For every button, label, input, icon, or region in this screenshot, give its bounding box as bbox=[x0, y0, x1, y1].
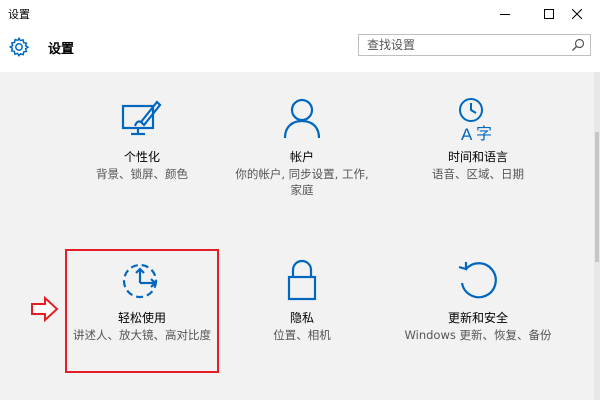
svg-text:字: 字 bbox=[476, 124, 492, 142]
tile-description: Windows 更新、恢复、备份 bbox=[404, 328, 552, 342]
tile-time-language[interactable]: A 字 时间和语言 语音、区域、日期 bbox=[398, 96, 558, 206]
update-icon bbox=[458, 262, 497, 299]
close-icon bbox=[572, 9, 582, 19]
search-box[interactable] bbox=[358, 34, 591, 56]
tile-title: 隐私 bbox=[289, 311, 314, 325]
tile-update-security[interactable]: 更新和安全 Windows 更新、恢复、备份 bbox=[398, 257, 558, 367]
window-title: 设置 bbox=[8, 8, 30, 21]
tile-description: 位置、相机 bbox=[273, 328, 331, 342]
tile-description: 背景、锁屏、颜色 bbox=[96, 167, 188, 181]
lock-icon bbox=[287, 259, 317, 301]
maximize-icon bbox=[544, 9, 554, 19]
minimize-button[interactable] bbox=[482, 0, 528, 28]
settings-header: 设置 bbox=[0, 28, 600, 72]
close-button[interactable] bbox=[554, 0, 600, 28]
tile-title: 更新和安全 bbox=[447, 311, 508, 325]
tile-personalization[interactable]: 个性化 背景、锁屏、颜色 bbox=[62, 96, 222, 206]
tile-description: 你的帐户, 同步设置, 工作, 家庭 bbox=[235, 167, 369, 197]
tile-privacy[interactable]: 隐私 位置、相机 bbox=[222, 257, 382, 367]
minimize-icon bbox=[500, 14, 510, 15]
tile-accounts[interactable]: 帐户 你的帐户, 同步设置, 工作, 家庭 bbox=[222, 96, 382, 206]
vertical-scrollbar[interactable] bbox=[594, 72, 600, 400]
time-language-icon: A 字 bbox=[459, 98, 492, 142]
search-icon[interactable] bbox=[571, 38, 585, 52]
tile-title: 帐户 bbox=[289, 150, 314, 164]
svg-text:A: A bbox=[461, 125, 473, 142]
tile-title: 个性化 bbox=[123, 150, 160, 164]
tile-title: 时间和语言 bbox=[447, 150, 508, 164]
title-bar: 设置 bbox=[0, 0, 600, 28]
search-input[interactable] bbox=[367, 37, 562, 53]
highlight-box bbox=[65, 249, 219, 373]
tile-description: 语音、区域、日期 bbox=[432, 167, 524, 181]
page-title: 设置 bbox=[48, 42, 75, 57]
gear-icon bbox=[8, 36, 30, 57]
personalization-icon bbox=[121, 100, 162, 136]
scrollbar-thumb[interactable] bbox=[595, 132, 599, 262]
red-arrow-icon bbox=[31, 295, 59, 323]
accounts-icon bbox=[283, 98, 321, 139]
